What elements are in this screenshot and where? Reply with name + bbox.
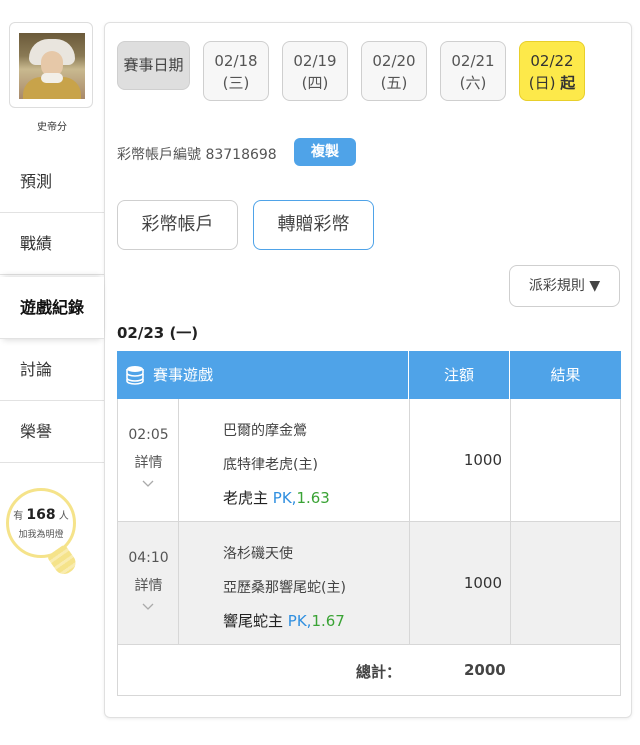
bet-amount: 1000 xyxy=(410,399,511,521)
username: 史帝分 xyxy=(37,122,67,133)
sidebar: 史帝分 預測 戰績 遊戲紀錄 討論 榮譽 有 168 人 加我為明燈 xyxy=(0,0,104,745)
date-tab-0220[interactable]: 02/20 (五) xyxy=(361,41,427,101)
header-bet: 注額 xyxy=(409,351,510,399)
pick: 老虎主 PK,1.63 xyxy=(223,489,330,507)
account-label: 彩幣帳戶編號 xyxy=(117,147,201,163)
game-time: 02:05 xyxy=(128,427,169,443)
copy-button[interactable]: 複製 xyxy=(294,138,356,166)
date-tab-0222[interactable]: 02/22 (日) 起 xyxy=(519,41,585,101)
fans-count: 168 xyxy=(26,507,56,523)
match-date-label: 賽事日期 xyxy=(117,41,190,90)
header-game: 賽事遊戲 xyxy=(117,351,409,399)
day-title: 02/23 (一) xyxy=(117,324,199,342)
account-number-row: 彩幣帳戶編號 83718698 xyxy=(117,144,277,164)
total-label: 總計： xyxy=(356,663,402,681)
total-row: 總計： 2000 xyxy=(117,645,621,696)
away-team: 洛杉磯天使 xyxy=(223,546,293,562)
account-number: 83718698 xyxy=(205,147,277,163)
sidebar-item-predict[interactable]: 預測 xyxy=(0,151,104,213)
fans-count-line: 有 168 人 xyxy=(13,507,69,523)
result-cell xyxy=(511,399,621,521)
date-tab-0219[interactable]: 02/19 (四) xyxy=(282,41,348,101)
fans-caption: 加我為明燈 xyxy=(18,530,64,540)
pick: 響尾蛇主 PK,1.67 xyxy=(223,612,345,630)
away-team: 巴爾的摩金鶯 xyxy=(223,423,307,439)
avatar-frame[interactable] xyxy=(9,22,93,108)
bet-amount: 1000 xyxy=(410,522,511,644)
chevron-down-icon[interactable] xyxy=(142,600,154,612)
sidebar-item-game-history[interactable]: 遊戲紀錄 xyxy=(0,277,104,339)
transfer-coins-button[interactable]: 轉贈彩幣 xyxy=(253,200,374,250)
sidebar-item-honor[interactable]: 榮譽 xyxy=(0,401,104,463)
date-tab-0218[interactable]: 02/18 (三) xyxy=(203,41,269,101)
date-tab-0221[interactable]: 02/21 (六) xyxy=(440,41,506,101)
avatar xyxy=(19,33,85,99)
header-result: 結果 xyxy=(550,366,581,384)
coin-account-button[interactable]: 彩幣帳戶 xyxy=(117,200,238,250)
sidebar-item-record[interactable]: 戰績 xyxy=(0,213,104,275)
result-cell xyxy=(511,522,621,644)
payout-rules-dropdown[interactable]: 派彩規則 ▼ xyxy=(509,265,620,307)
detail-link[interactable]: 詳情 xyxy=(118,452,179,472)
table-row: 02:05 詳情 巴爾的摩金鶯 底特律老虎(主) 老虎主 PK,1.63 100… xyxy=(117,399,621,522)
detail-link[interactable]: 詳情 xyxy=(118,575,179,595)
game-time: 04:10 xyxy=(128,550,169,566)
home-team: 底特律老虎(主) xyxy=(223,457,318,473)
home-team: 亞歷桑那響尾蛇(主) xyxy=(223,580,346,596)
table-header: 賽事遊戲 注額 結果 xyxy=(117,351,621,399)
chevron-down-icon[interactable] xyxy=(142,477,154,489)
sidebar-item-discussion[interactable]: 討論 xyxy=(0,339,104,401)
table-row: 04:10 詳情 洛杉磯天使 亞歷桑那響尾蛇(主) 響尾蛇主 PK,1.67 1… xyxy=(117,522,621,645)
coin-stack-icon xyxy=(126,366,144,385)
total-value: 2000 xyxy=(464,661,506,679)
